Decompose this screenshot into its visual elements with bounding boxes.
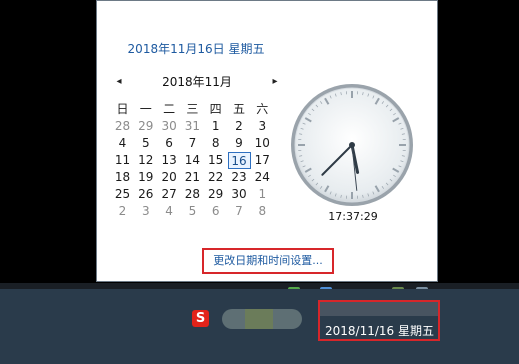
clock-center <box>349 142 355 148</box>
calendar-day[interactable]: 26 <box>134 186 157 203</box>
weekday-label: 一 <box>139 102 152 116</box>
calendar-day[interactable]: 28 <box>181 186 204 203</box>
calendar-day[interactable]: 3 <box>251 118 274 135</box>
calendar-day[interactable]: 8 <box>251 203 274 220</box>
sogou-input-icon[interactable]: S <box>192 310 209 327</box>
clock-time: 17:37:29 <box>328 210 378 223</box>
calendar-day[interactable]: 25 <box>111 186 134 203</box>
calendar-day[interactable]: 29 <box>204 186 227 203</box>
analog-clock <box>291 84 413 206</box>
calendar-day[interactable]: 1 <box>204 118 227 135</box>
calendar-day[interactable]: 7 <box>181 135 204 152</box>
next-month-arrow-icon[interactable]: ▸ <box>268 74 282 90</box>
calendar-day[interactable]: 17 <box>251 152 274 169</box>
calendar-day[interactable]: 19 <box>134 169 157 186</box>
calendar-day[interactable]: 24 <box>251 169 274 186</box>
calendar-day[interactable]: 4 <box>111 135 134 152</box>
calendar-day[interactable]: 13 <box>158 152 181 169</box>
calendar-day[interactable]: 22 <box>204 169 227 186</box>
calendar-day[interactable]: 9 <box>228 135 251 152</box>
calendar-day[interactable]: 31 <box>181 118 204 135</box>
calendar-day[interactable]: 29 <box>134 118 157 135</box>
calendar-day[interactable]: 21 <box>181 169 204 186</box>
calendar-day[interactable]: 5 <box>134 135 157 152</box>
calendar-day[interactable]: 3 <box>134 203 157 220</box>
blurred-tray-icon <box>245 309 273 329</box>
calendar-day[interactable]: 8 <box>204 135 227 152</box>
calendar-day[interactable]: 30 <box>228 186 251 203</box>
calendar-day[interactable]: 2 <box>111 203 134 220</box>
calendar-day[interactable]: 16 <box>227 152 251 169</box>
calendar-day[interactable]: 4 <box>158 203 181 220</box>
calendar-day[interactable]: 20 <box>158 169 181 186</box>
calendar-day[interactable]: 27 <box>158 186 181 203</box>
calendar-day[interactable]: 5 <box>181 203 204 220</box>
weekday-label: 四 <box>209 102 222 116</box>
month-navigation: ◂ 2018年11月 ▸ <box>112 74 282 92</box>
calendar-day[interactable]: 12 <box>134 152 157 169</box>
prev-month-arrow-icon[interactable]: ◂ <box>112 74 126 90</box>
calendar-day[interactable]: 6 <box>158 135 181 152</box>
calendar-day[interactable]: 15 <box>204 152 227 169</box>
calendar-day[interactable]: 23 <box>228 169 251 186</box>
calendar-day[interactable]: 14 <box>181 152 204 169</box>
calendar-day[interactable]: 2 <box>228 118 251 135</box>
calendar-day[interactable]: 30 <box>158 118 181 135</box>
weekday-label: 日 <box>116 102 129 116</box>
weekday-label: 五 <box>232 102 245 116</box>
weekday-label: 六 <box>256 102 269 116</box>
weekday-label: 三 <box>186 102 199 116</box>
calendar-day[interactable]: 1 <box>251 186 274 203</box>
month-label[interactable]: 2018年11月 <box>150 74 244 90</box>
full-date-header[interactable]: 2018年11月16日 星期五 <box>96 40 296 57</box>
calendar-day[interactable]: 28 <box>111 118 134 135</box>
calendar-grid: 28 29 30 31 1 2 3 4 5 6 7 8 9 10 11 12 13 14 15 16 17 18 19 20 2… <box>111 118 273 220</box>
weekday-label: 二 <box>163 102 176 116</box>
change-date-time-settings-link[interactable]: 更改日期和时间设置... <box>202 248 334 274</box>
calendar-day[interactable]: 18 <box>111 169 134 186</box>
calendar-day[interactable]: 10 <box>251 135 274 152</box>
calendar-day[interactable]: 11 <box>111 152 134 169</box>
calendar-day[interactable]: 7 <box>228 203 251 220</box>
calendar-day[interactable]: 6 <box>204 203 227 220</box>
tray-date-clock[interactable]: 2018/11/16 星期五 <box>318 300 440 341</box>
